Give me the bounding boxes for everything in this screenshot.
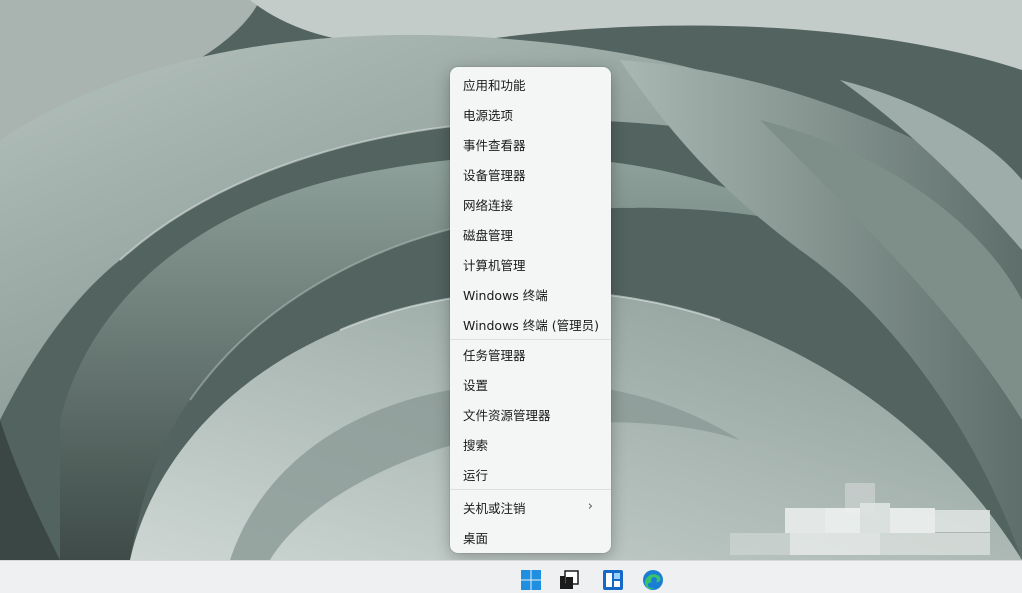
menu-item[interactable]: 磁盘管理 <box>454 220 607 248</box>
menu-item[interactable]: Windows 终端 (管理员) <box>454 310 607 338</box>
menu-item-label: 文件资源管理器 <box>463 407 551 423</box>
windows-start-icon[interactable] <box>520 569 542 591</box>
widgets-icon[interactable] <box>602 569 624 591</box>
menu-item-label: 设备管理器 <box>463 167 526 183</box>
menu-item-label: Windows 终端 <box>463 287 548 303</box>
menu-separator <box>450 489 611 490</box>
menu-item[interactable]: 计算机管理 <box>454 250 607 278</box>
menu-item[interactable]: 搜索 <box>454 430 607 458</box>
menu-item-label: 搜索 <box>463 437 489 453</box>
menu-item-label: 磁盘管理 <box>463 227 514 243</box>
menu-item[interactable]: 设置 <box>454 370 607 398</box>
winx-context-menu: 应用和功能电源选项事件查看器设备管理器网络连接磁盘管理计算机管理 Windows … <box>450 67 611 553</box>
menu-item-label: 任务管理器 <box>463 347 526 363</box>
menu-item-label: 计算机管理 <box>463 257 526 273</box>
edge-icon[interactable] <box>642 569 664 591</box>
task-view-icon[interactable] <box>558 569 580 591</box>
blurred-watermark <box>730 483 990 555</box>
menu-item[interactable]: 电源选项 <box>454 100 607 128</box>
menu-item[interactable]: 关机或注销 › <box>454 493 607 521</box>
menu-item[interactable]: 设备管理器 <box>454 160 607 188</box>
menu-item[interactable]: 运行 <box>454 460 607 488</box>
menu-item[interactable]: 文件资源管理器 <box>454 400 607 428</box>
menu-item[interactable]: 桌面 <box>454 523 607 551</box>
menu-item-label: 电源选项 <box>463 107 514 123</box>
menu-item-label: 设置 <box>463 377 489 393</box>
menu-item-label: 桌面 <box>463 530 489 546</box>
chevron-right-icon: › <box>587 499 593 514</box>
menu-item[interactable]: Windows 终端 <box>454 280 607 308</box>
menu-item-label: Windows 终端 (管理员) <box>463 317 599 333</box>
menu-item-label: 运行 <box>463 467 489 483</box>
menu-item-label: 应用和功能 <box>463 77 526 93</box>
menu-item[interactable]: 事件查看器 <box>454 130 607 158</box>
menu-item[interactable]: 网络连接 <box>454 190 607 218</box>
menu-item-label: 网络连接 <box>463 197 514 213</box>
menu-item-label: 关机或注销 <box>463 500 526 516</box>
menu-item[interactable]: 应用和功能 <box>454 70 607 98</box>
menu-item[interactable]: 任务管理器 <box>454 340 607 368</box>
menu-item-label: 事件查看器 <box>463 137 526 153</box>
